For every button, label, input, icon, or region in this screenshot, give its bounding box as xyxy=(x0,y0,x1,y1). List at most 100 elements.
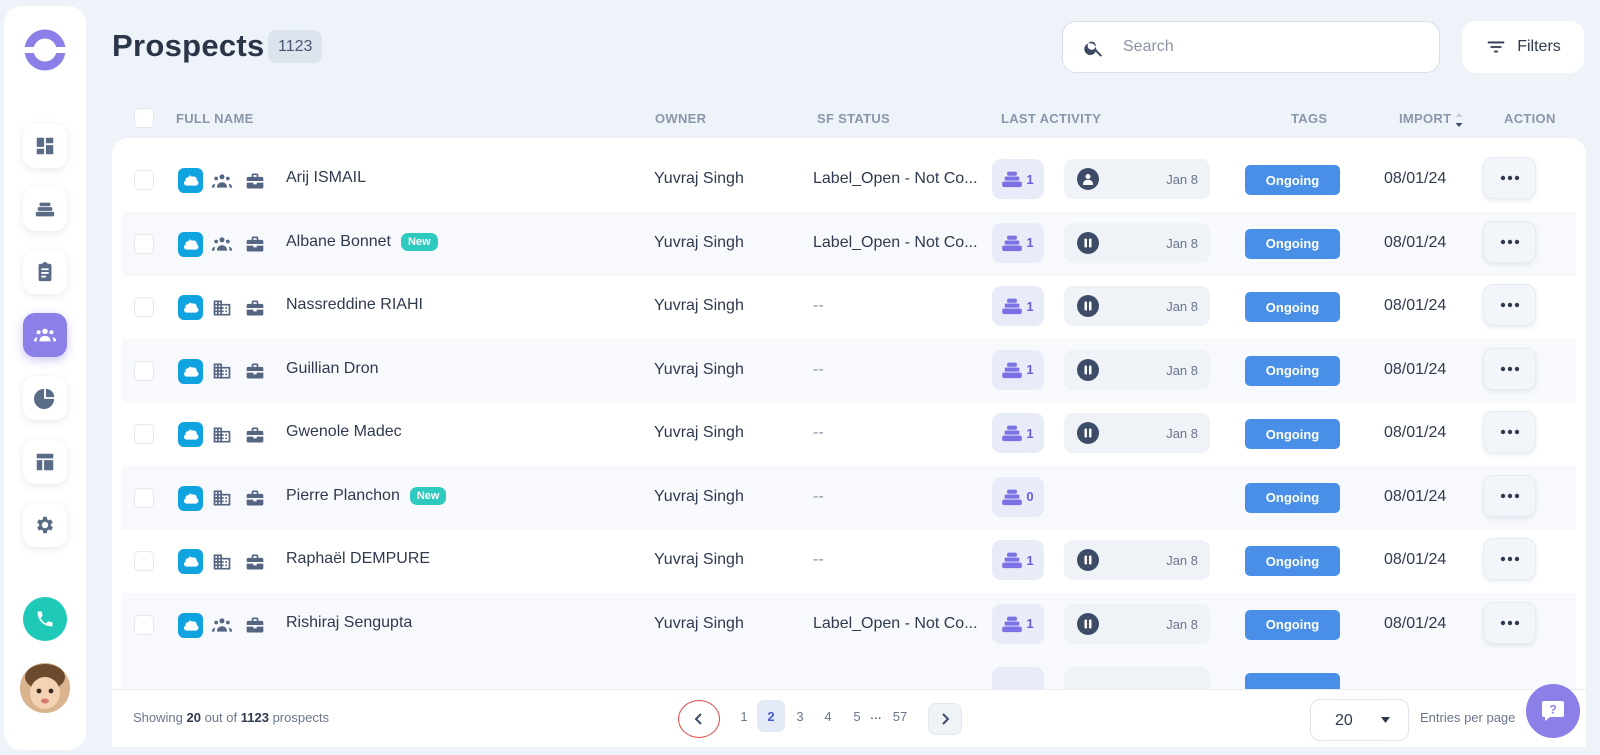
row-checkbox[interactable] xyxy=(134,360,154,381)
sf-status-cell: Label_Open - Not Co... xyxy=(813,170,978,187)
row-actions-button[interactable] xyxy=(1483,474,1536,517)
filters-button[interactable]: Filters xyxy=(1462,21,1584,73)
page-1[interactable]: 1 xyxy=(730,700,758,732)
status-tag[interactable]: Ongoing xyxy=(1245,165,1340,195)
status-tag[interactable] xyxy=(1245,673,1340,689)
sidebar-item-templates[interactable] xyxy=(23,440,67,484)
table-row[interactable]: Pierre Planchon New Yuvraj Singh -- 0 Ongoing… xyxy=(122,465,1576,530)
salesforce-icon[interactable] xyxy=(178,485,203,511)
row-checkbox[interactable] xyxy=(134,614,154,635)
sequence-count-pill[interactable]: 1 xyxy=(992,413,1044,453)
salesforce-icon[interactable] xyxy=(178,231,203,257)
page-last[interactable]: 57 xyxy=(886,700,914,732)
row-checkbox[interactable] xyxy=(134,233,154,254)
row-checkbox[interactable] xyxy=(134,487,154,508)
sidebar-item-reports[interactable] xyxy=(23,376,67,420)
salesforce-icon[interactable] xyxy=(178,612,203,638)
sidebar-item-tasks[interactable] xyxy=(23,250,67,294)
status-tag[interactable]: Ongoing xyxy=(1245,609,1340,640)
salesforce-icon[interactable] xyxy=(178,422,203,447)
table-row[interactable]: Arij ISMAIL Yuvraj Singh Label_Open - Not … xyxy=(122,148,1576,212)
previous-page-button[interactable] xyxy=(678,700,720,738)
column-owner[interactable]: OWNER xyxy=(655,111,706,126)
prospect-name[interactable]: Nassreddine RIAHI xyxy=(286,296,423,314)
column-last-activity[interactable]: LAST ACTIVITY xyxy=(1001,111,1101,126)
status-tag[interactable]: Ongoing xyxy=(1245,228,1340,259)
page-3[interactable]: 3 xyxy=(786,700,814,732)
sort-icon[interactable] xyxy=(1454,112,1464,128)
page-5[interactable]: 5 xyxy=(843,700,871,732)
row-checkbox[interactable] xyxy=(134,170,154,190)
row-checkbox[interactable] xyxy=(134,424,154,444)
prospect-name[interactable]: Rishiraj Sengupta xyxy=(286,614,412,632)
prospect-name[interactable]: Guillian Dron xyxy=(286,360,378,378)
salesforce-icon[interactable] xyxy=(178,358,203,384)
status-tag[interactable]: Ongoing xyxy=(1245,546,1340,576)
last-activity-pill[interactable] xyxy=(1064,667,1210,689)
salesforce-icon[interactable] xyxy=(178,168,203,193)
entries-per-page-select[interactable]: 20 xyxy=(1310,699,1409,741)
row-checkbox[interactable] xyxy=(134,297,154,317)
last-activity-pill[interactable]: Jan 8 xyxy=(1064,222,1210,263)
column-sf-status[interactable]: SF STATUS xyxy=(817,111,890,126)
column-tags[interactable]: TAGS xyxy=(1291,111,1327,126)
prospect-name[interactable]: Arij ISMAIL xyxy=(286,169,366,187)
sequence-count-pill[interactable]: 1 xyxy=(992,603,1044,644)
prospect-name[interactable]: Raphaël DEMPURE xyxy=(286,550,430,568)
row-actions-button[interactable] xyxy=(1483,538,1536,580)
help-chat-button[interactable]: ? xyxy=(1526,684,1580,738)
last-activity-pill[interactable]: Jan 8 xyxy=(1064,413,1210,453)
row-checkbox[interactable] xyxy=(134,551,154,571)
table-row[interactable]: Albane Bonnet New Yuvraj Singh Label_Open -… xyxy=(122,211,1576,276)
last-activity-pill[interactable]: Jan 8 xyxy=(1064,286,1210,326)
row-actions-button[interactable] xyxy=(1483,347,1536,390)
table-row[interactable]: Rishiraj Sengupta Yuvraj Singh Label_Open … xyxy=(122,592,1576,657)
status-tag[interactable]: Ongoing xyxy=(1245,419,1340,449)
table-row[interactable]: Guillian Dron Yuvraj Singh -- 1 Jan 8 Ongoing… xyxy=(122,338,1576,403)
row-actions-button[interactable] xyxy=(1483,157,1536,199)
status-tag[interactable]: Ongoing xyxy=(1245,482,1340,513)
table-row[interactable]: Raphaël DEMPURE Yuvraj Singh -- 1 Jan 8 Ongoi… xyxy=(122,529,1576,593)
salesforce-icon[interactable] xyxy=(178,295,203,320)
last-activity-pill[interactable]: Jan 8 xyxy=(1064,159,1210,199)
sequence-count-pill[interactable]: 1 xyxy=(992,540,1044,580)
sequence-count-pill[interactable]: 0 xyxy=(992,476,1044,517)
row-actions-button[interactable] xyxy=(1483,411,1536,453)
prospect-name[interactable]: Albane Bonnet New xyxy=(286,232,438,251)
table-row[interactable]: Nassreddine RIAHI Yuvraj Singh -- 1 Jan 8 Ong… xyxy=(122,275,1576,339)
sidebar-item-sequences[interactable] xyxy=(23,187,67,231)
sequence-count-pill[interactable]: 1 xyxy=(992,349,1044,390)
row-actions-button[interactable] xyxy=(1483,220,1536,263)
sequence-count-pill[interactable]: 1 xyxy=(992,159,1044,199)
last-activity-pill[interactable]: Jan 8 xyxy=(1064,603,1210,644)
table-row[interactable] xyxy=(122,656,1576,689)
sidebar-item-prospects[interactable] xyxy=(23,313,67,357)
sequence-count-pill[interactable]: 1 xyxy=(992,222,1044,263)
search-box[interactable] xyxy=(1062,21,1440,73)
search-input[interactable] xyxy=(1123,34,1423,60)
sidebar xyxy=(4,6,86,750)
prospect-name[interactable]: Pierre Planchon New xyxy=(286,486,447,505)
column-full-name[interactable]: FULL NAME xyxy=(176,111,254,126)
avatar[interactable] xyxy=(20,663,70,713)
sequence-count-pill[interactable] xyxy=(992,667,1044,689)
next-page-button[interactable] xyxy=(928,703,962,735)
page-2[interactable]: 2 xyxy=(757,700,785,732)
app-logo[interactable] xyxy=(24,29,66,71)
row-actions-button[interactable] xyxy=(1483,284,1536,326)
phone-button[interactable] xyxy=(23,597,67,641)
last-activity-pill[interactable]: Jan 8 xyxy=(1064,540,1210,580)
sidebar-item-settings[interactable] xyxy=(23,503,67,547)
prospect-name[interactable]: Gwenole Madec xyxy=(286,423,402,441)
row-actions-button[interactable] xyxy=(1483,601,1536,644)
status-tag[interactable]: Ongoing xyxy=(1245,355,1340,386)
column-import[interactable]: IMPORT xyxy=(1399,111,1464,128)
salesforce-icon[interactable] xyxy=(178,549,203,574)
table-row[interactable]: Gwenole Madec Yuvraj Singh -- 1 Jan 8 Ongoing… xyxy=(122,402,1576,466)
sidebar-item-dashboard[interactable] xyxy=(23,124,67,168)
sequence-count-pill[interactable]: 1 xyxy=(992,286,1044,326)
last-activity-pill[interactable]: Jan 8 xyxy=(1064,349,1210,390)
page-4[interactable]: 4 xyxy=(814,700,842,732)
status-tag[interactable]: Ongoing xyxy=(1245,292,1340,322)
select-all-checkbox[interactable] xyxy=(134,108,154,128)
